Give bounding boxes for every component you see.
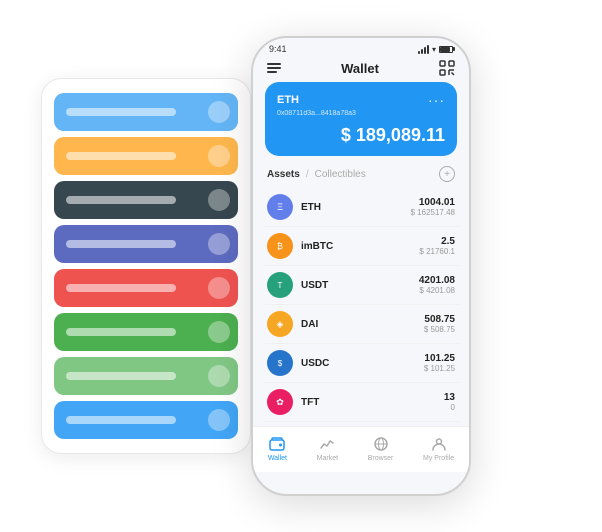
asset-usd: $ 21760.1 — [419, 247, 455, 256]
nav-wallet[interactable]: Wallet — [268, 435, 287, 462]
nav-market[interactable]: Market — [317, 435, 338, 462]
dai-icon: ◈ — [267, 311, 293, 337]
phone-mockup: 9:41 ▾ Wallet — [251, 36, 471, 496]
usdc-icon: $ — [267, 350, 293, 376]
signal-icon — [418, 45, 429, 54]
card-item[interactable] — [54, 357, 238, 395]
market-nav-label: Market — [317, 455, 338, 462]
asset-qty: 508.75 — [424, 314, 455, 325]
scan-icon[interactable] — [439, 60, 455, 76]
asset-usd: $ 101.25 — [424, 364, 455, 373]
asset-name: TFT — [301, 397, 444, 408]
asset-name: imBTC — [301, 241, 419, 252]
status-icons: ▾ — [418, 45, 453, 54]
asset-row[interactable]: ◈ DAI508.75$ 508.75 — [263, 305, 459, 344]
profile-nav-label: My Profile — [423, 455, 454, 462]
asset-name: DAI — [301, 319, 424, 330]
assets-divider: / — [306, 169, 309, 180]
browser-nav-label: Browser — [368, 455, 394, 462]
phone-header: Wallet — [253, 56, 469, 82]
asset-qty: 101.25 — [424, 353, 455, 364]
browser-nav-icon — [372, 435, 390, 453]
wallet-nav-icon — [268, 435, 286, 453]
asset-row[interactable]: ₿ imBTC2.5$ 21760.1 — [263, 227, 459, 266]
profile-nav-icon — [430, 435, 448, 453]
tft-icon: ✿ — [267, 389, 293, 415]
asset-qty: 1004.01 — [411, 197, 456, 208]
eth-card[interactable]: ETH ··· 0x08711d3a...8418a78a3 $ 189,089… — [265, 82, 457, 156]
imbtc-icon: ₿ — [267, 233, 293, 259]
wifi-icon: ▾ — [432, 45, 436, 54]
nav-profile[interactable]: My Profile — [423, 435, 454, 462]
wallet-nav-label: Wallet — [268, 455, 287, 462]
market-nav-icon — [318, 435, 336, 453]
asset-row[interactable]: ✿ TFT130 — [263, 383, 459, 422]
asset-row[interactable]: $ USDC101.25$ 101.25 — [263, 344, 459, 383]
status-time: 9:41 — [269, 44, 287, 54]
collectibles-tab[interactable]: Collectibles — [315, 169, 366, 180]
asset-qty: 4201.08 — [419, 275, 455, 286]
asset-amounts: 1004.01$ 162517.48 — [411, 197, 456, 217]
asset-name: USDC — [301, 358, 424, 369]
card-item[interactable] — [54, 137, 238, 175]
usdt-icon: T — [267, 272, 293, 298]
asset-list: Ξ ETH1004.01$ 162517.48 ₿ imBTC2.5$ 21760.1… — [253, 188, 469, 422]
card-item[interactable] — [54, 181, 238, 219]
scene: 9:41 ▾ Wallet — [11, 11, 591, 521]
nav-browser[interactable]: Browser — [368, 435, 394, 462]
asset-qty: 13 — [444, 392, 455, 403]
asset-usd: $ 508.75 — [424, 325, 455, 334]
asset-row[interactable]: T USDT4201.08$ 4201.08 — [263, 266, 459, 305]
asset-name: USDT — [301, 280, 419, 291]
battery-icon — [439, 46, 453, 53]
eth-symbol: ETH — [277, 94, 299, 106]
asset-amounts: 130 — [444, 392, 455, 412]
card-item[interactable] — [54, 225, 238, 263]
page-title: Wallet — [341, 61, 379, 76]
card-stack — [41, 78, 251, 454]
asset-qty: 2.5 — [419, 236, 455, 247]
eth-icon: Ξ — [267, 194, 293, 220]
asset-amounts: 2.5$ 21760.1 — [419, 236, 455, 256]
eth-address: 0x08711d3a...8418a78a3 — [277, 110, 445, 117]
card-item[interactable] — [54, 401, 238, 439]
card-item[interactable] — [54, 269, 238, 307]
eth-balance: $ 189,089.11 — [277, 125, 445, 146]
assets-header: Assets / Collectibles + — [253, 166, 469, 188]
asset-amounts: 4201.08$ 4201.08 — [419, 275, 455, 295]
asset-amounts: 101.25$ 101.25 — [424, 353, 455, 373]
card-item[interactable] — [54, 93, 238, 131]
asset-name: ETH — [301, 202, 411, 213]
asset-usd: $ 162517.48 — [411, 208, 456, 217]
assets-tab[interactable]: Assets — [267, 169, 300, 180]
asset-amounts: 508.75$ 508.75 — [424, 314, 455, 334]
eth-card-menu[interactable]: ··· — [428, 92, 445, 108]
bottom-nav: Wallet Market Browser — [253, 426, 469, 472]
asset-usd: $ 4201.08 — [419, 286, 455, 295]
status-bar: 9:41 ▾ — [253, 38, 469, 56]
add-asset-button[interactable]: + — [439, 166, 455, 182]
menu-icon[interactable] — [267, 63, 281, 73]
asset-row[interactable]: Ξ ETH1004.01$ 162517.48 — [263, 188, 459, 227]
asset-usd: 0 — [444, 403, 455, 412]
card-item[interactable] — [54, 313, 238, 351]
